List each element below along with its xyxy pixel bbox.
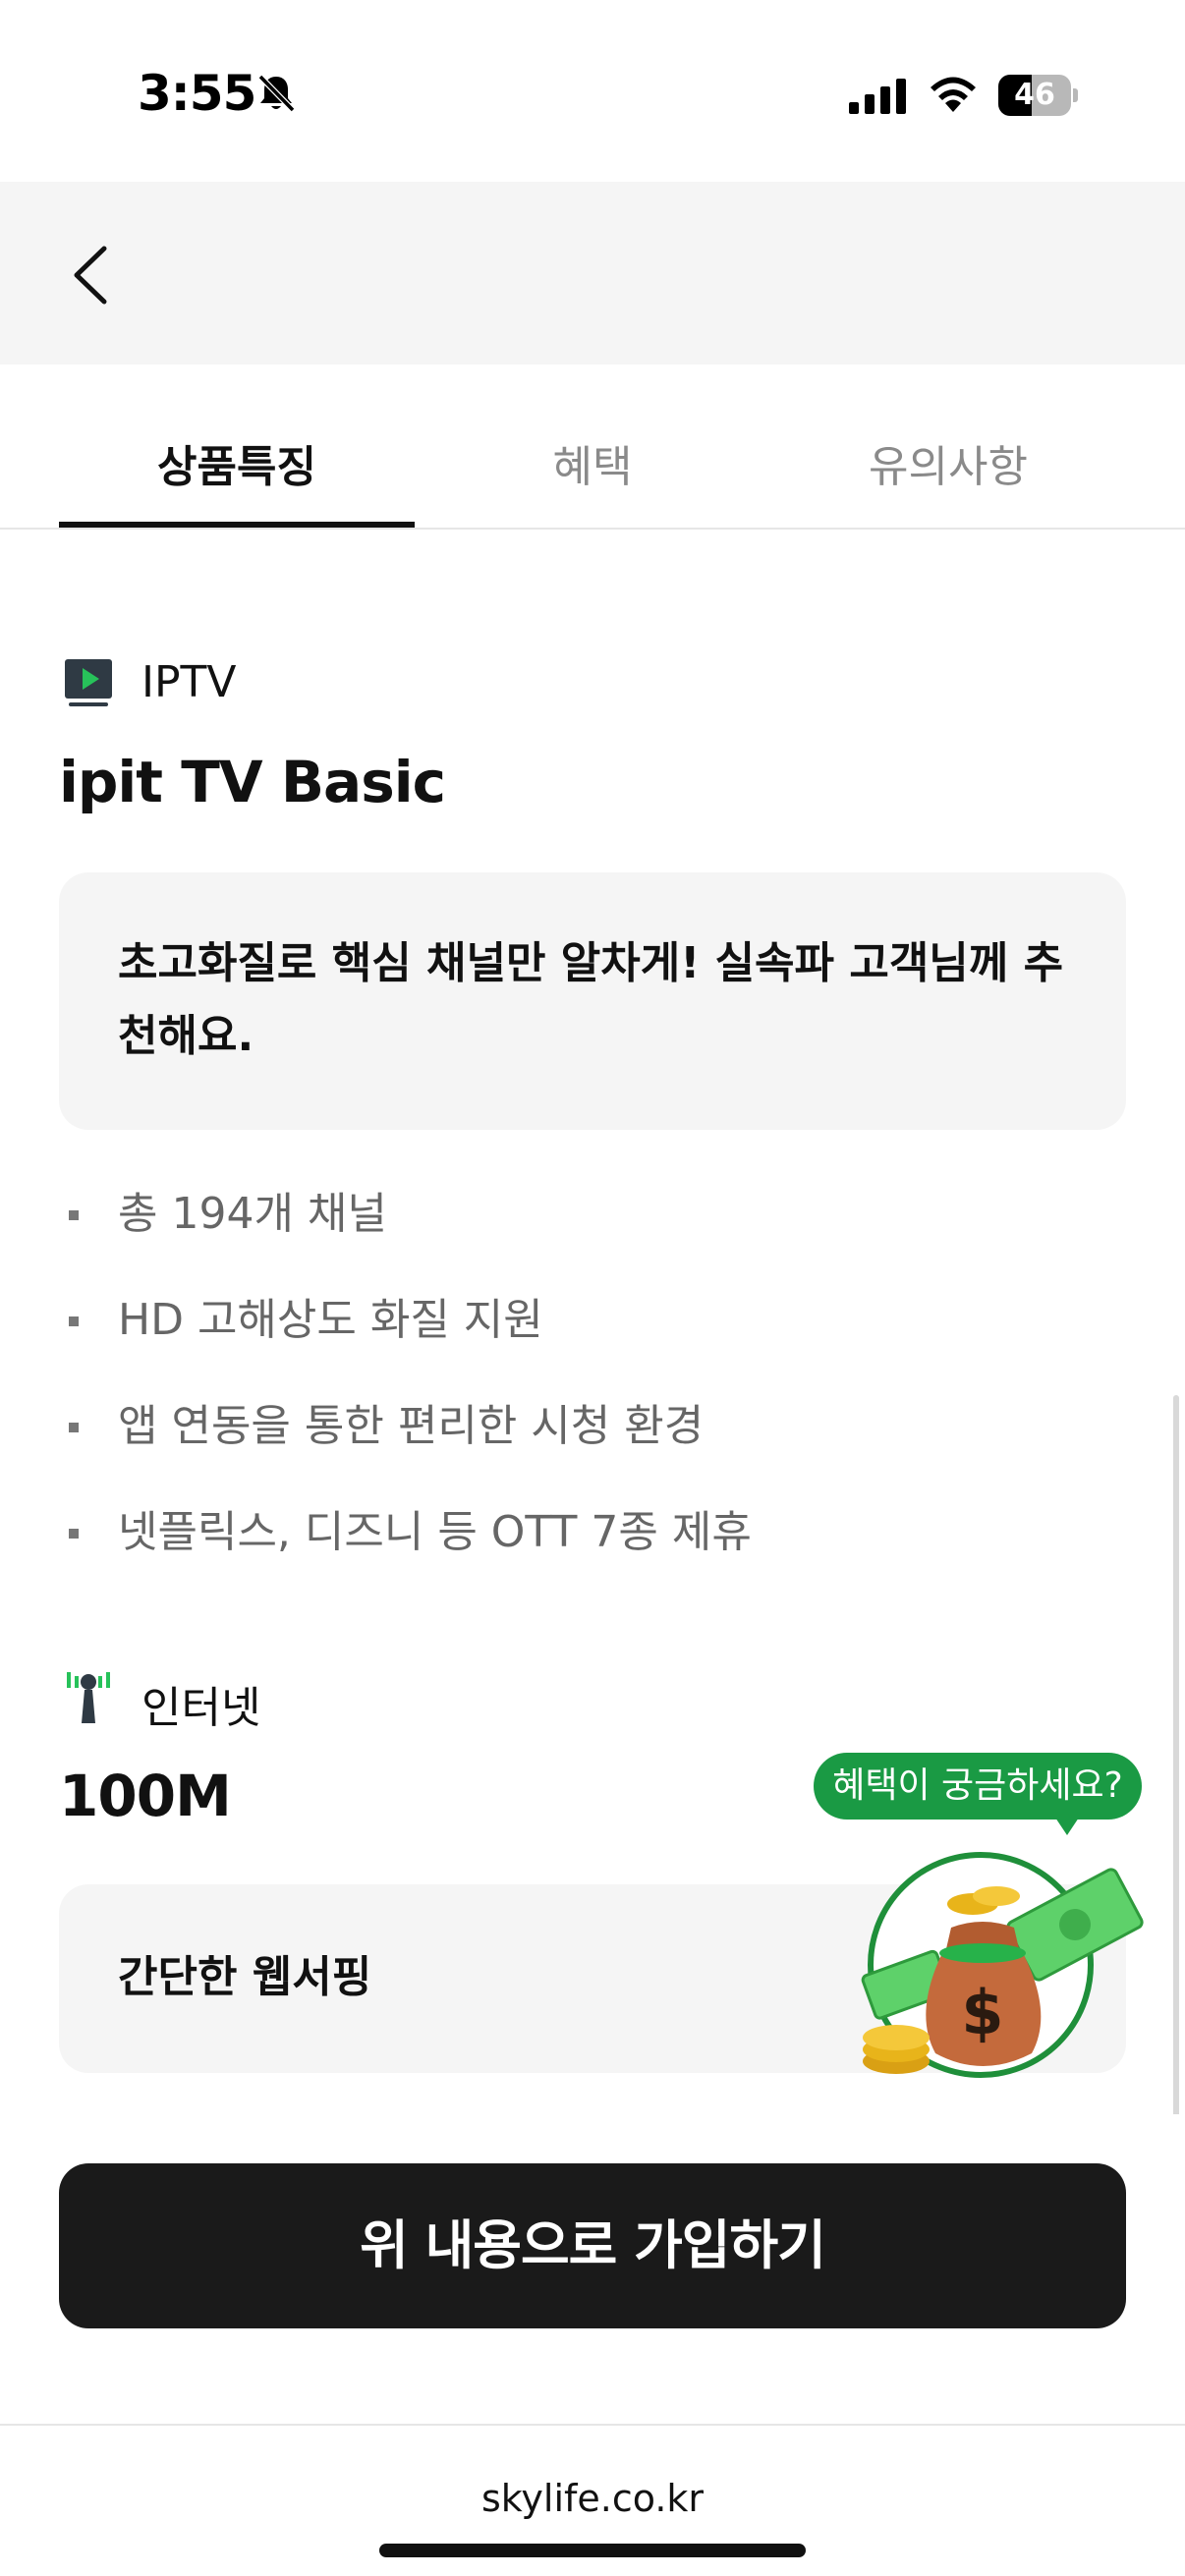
signup-button[interactable]: 위 내용으로 가입하기: [59, 2163, 1126, 2328]
url-text[interactable]: skylife.co.kr: [0, 2477, 1185, 2520]
bell-slash-icon: [257, 74, 296, 113]
list-item: 앱 연동을 통한 편리한 시청 환경: [59, 1386, 1126, 1492]
battery-level: 46: [1014, 78, 1055, 112]
internet-product-name: 100M: [59, 1763, 232, 1829]
cellular-signal-icon: [849, 79, 906, 114]
list-item: 넷플릭스, 디즈니 등 OTT 7종 제휴: [59, 1492, 1126, 1598]
tab-benefits[interactable]: 혜택: [415, 431, 770, 494]
wifi-icon: [931, 77, 976, 112]
iptv-category-label: IPTV: [141, 657, 237, 707]
tab-product-features[interactable]: 상품특징: [59, 431, 415, 494]
home-indicator[interactable]: [379, 2544, 806, 2557]
scrollbar[interactable]: [1173, 1395, 1179, 2201]
header: [0, 182, 1185, 364]
iptv-description: 초고화질로 핵심 채널만 알차게! 실속파 고객님께 추천해요.: [118, 938, 1064, 1061]
money-bag-icon[interactable]: $: [845, 1837, 1150, 2083]
iptv-description-box: 초고화질로 핵심 채널만 알차게! 실속파 고객님께 추천해요.: [59, 872, 1126, 1130]
list-item: HD 고해상도 화질 지원: [59, 1280, 1126, 1386]
iptv-product-name: ipit TV Basic: [59, 749, 446, 815]
status-bar: 3:55 46: [0, 0, 1185, 182]
antenna-icon: [67, 1672, 110, 1723]
svg-text:$: $: [961, 1977, 1003, 2048]
chevron-left-icon[interactable]: [49, 231, 138, 319]
battery-icon: 46: [998, 75, 1078, 116]
tab-notices[interactable]: 유의사항: [770, 431, 1126, 494]
iptv-feature-list: 총 194개 채널 HD 고해상도 화질 지원 앱 연동을 통한 편리한 시청 …: [59, 1174, 1126, 1598]
tab-bar: 상품특징 혜택 유의사항: [0, 364, 1185, 530]
active-tab-indicator: [59, 522, 415, 528]
tv-play-icon: [65, 659, 112, 706]
internet-category-label: 인터넷: [141, 1683, 261, 1733]
bottom-action-area: 위 내용으로 가입하기: [0, 2114, 1185, 2424]
promo-bubble-tail: [1055, 1818, 1079, 1835]
list-item: 총 194개 채널: [59, 1174, 1126, 1280]
status-time: 3:55: [138, 65, 256, 122]
browser-url-bar: skylife.co.kr: [0, 2424, 1185, 2576]
benefits-promo-bubble[interactable]: 혜택이 궁금하세요?: [814, 1753, 1142, 1820]
